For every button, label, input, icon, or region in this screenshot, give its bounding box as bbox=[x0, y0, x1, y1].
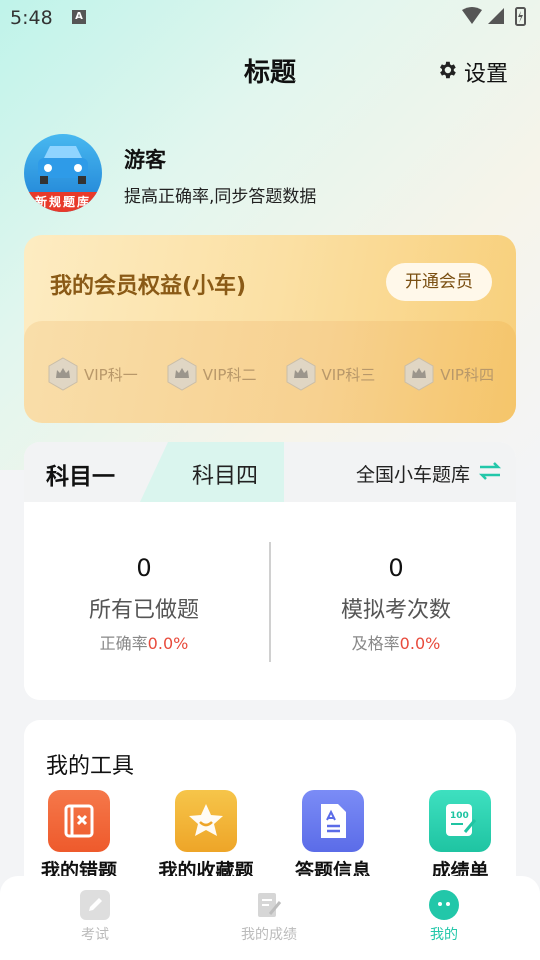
settings-button[interactable]: 设置 bbox=[436, 56, 508, 88]
user-subtitle[interactable]: 提高正确率,同步答题数据 bbox=[124, 182, 316, 207]
tool-favorites[interactable]: 我的收藏题 bbox=[141, 790, 271, 883]
stat-mock-exams[interactable]: 0 模拟考次数 及格率0.0% bbox=[276, 554, 516, 654]
stat-sub-label: 及格率 bbox=[351, 634, 400, 653]
status-time: 5:48 bbox=[10, 7, 53, 29]
username[interactable]: 游客 bbox=[124, 144, 166, 174]
profile-section[interactable]: 新规题库 游客 提高正确率,同步答题数据 bbox=[24, 134, 516, 214]
subject-tabs: 科目一 科目四 全国小车题库 bbox=[24, 442, 516, 502]
question-bank-selector[interactable]: 全国小车题库 bbox=[356, 460, 470, 487]
avatar[interactable]: 新规题库 bbox=[24, 134, 102, 212]
vip-item-subject3[interactable]: VIP科三 bbox=[286, 357, 376, 391]
notification-icon: A bbox=[72, 10, 86, 24]
tab-subject1[interactable]: 科目一 bbox=[24, 442, 154, 502]
status-bar: 5:48 A bbox=[0, 0, 540, 36]
status-icons bbox=[460, 6, 530, 32]
stats-divider bbox=[269, 542, 271, 662]
wrong-book-icon bbox=[48, 790, 110, 852]
stat-title: 模拟考次数 bbox=[340, 598, 451, 623]
vip-card: 我的会员权益(小车) 开通会员 bbox=[24, 235, 516, 423]
vip-crown-icon bbox=[404, 357, 434, 391]
open-vip-button[interactable]: 开通会员 bbox=[386, 263, 492, 301]
vip-item-subject1[interactable]: VIP科一 bbox=[48, 357, 138, 391]
edit-doc-icon bbox=[254, 890, 284, 920]
mascot-icon bbox=[429, 890, 459, 920]
tool-scorecard[interactable]: 100 成绩单 bbox=[395, 790, 525, 883]
star-icon bbox=[175, 790, 237, 852]
tab-subject4-label[interactable]: 科目四 bbox=[192, 458, 258, 490]
nav-my-scores[interactable]: 我的成绩 bbox=[209, 890, 329, 944]
signal-icon bbox=[488, 8, 504, 24]
vip-item-label: VIP科一 bbox=[84, 365, 138, 384]
score-icon: 100 bbox=[429, 790, 491, 852]
stat-value: 0 bbox=[388, 554, 404, 582]
svg-text:100: 100 bbox=[450, 811, 469, 821]
tab-subject1-label: 科目一 bbox=[46, 464, 115, 490]
bottom-nav: 考试 我的成绩 我的 bbox=[0, 876, 540, 960]
nav-mine[interactable]: 我的 bbox=[384, 890, 504, 944]
stat-rate: 0.0% bbox=[399, 634, 441, 653]
vip-items: VIP科一 VIP科二 VIP科三 VIP科四 bbox=[48, 357, 494, 391]
pencil-icon bbox=[80, 890, 110, 920]
vip-item-label: VIP科二 bbox=[202, 365, 257, 384]
stat-sub: 及格率0.0% bbox=[276, 630, 516, 654]
vip-item-label: VIP科三 bbox=[321, 365, 376, 384]
car-icon bbox=[38, 146, 88, 184]
nav-label: 我的 bbox=[430, 927, 458, 943]
gear-icon bbox=[436, 59, 458, 85]
vip-item-subject4[interactable]: VIP科四 bbox=[404, 357, 494, 391]
stat-sub: 正确率0.0% bbox=[24, 630, 264, 654]
subject-card: 科目一 科目四 全国小车题库 0 所有已做题 正确率0.0% 0 模拟考次数 及… bbox=[24, 442, 516, 700]
avatar-text: 新规题库 bbox=[34, 195, 91, 209]
tool-wrong-questions[interactable]: 我的错题 bbox=[14, 790, 144, 883]
swap-icon[interactable] bbox=[478, 460, 502, 486]
header: 标题 设置 bbox=[0, 48, 540, 92]
stat-value: 0 bbox=[136, 554, 152, 582]
document-icon bbox=[302, 790, 364, 852]
stats-body: 0 所有已做题 正确率0.0% 0 模拟考次数 及格率0.0% bbox=[24, 502, 516, 700]
stat-sub-label: 正确率 bbox=[99, 634, 148, 653]
stat-rate: 0.0% bbox=[147, 634, 189, 653]
wifi-icon bbox=[462, 7, 482, 24]
stat-title: 所有已做题 bbox=[88, 598, 199, 623]
vip-item-subject2[interactable]: VIP科二 bbox=[167, 357, 257, 391]
vip-crown-icon bbox=[167, 357, 197, 391]
battery-icon bbox=[515, 7, 526, 26]
tool-answer-info[interactable]: 答题信息 bbox=[268, 790, 398, 883]
vip-crown-icon bbox=[48, 357, 78, 391]
settings-label: 设置 bbox=[463, 62, 508, 87]
nav-exam[interactable]: 考试 bbox=[35, 890, 155, 944]
nav-label: 考试 bbox=[81, 927, 109, 943]
vip-item-label: VIP科四 bbox=[440, 365, 494, 384]
stat-all-done[interactable]: 0 所有已做题 正确率0.0% bbox=[24, 554, 264, 654]
vip-title: 我的会员权益(小车) bbox=[50, 274, 247, 299]
nav-label: 我的成绩 bbox=[241, 927, 297, 943]
tools-title: 我的工具 bbox=[46, 754, 135, 779]
vip-crown-icon bbox=[286, 357, 315, 391]
